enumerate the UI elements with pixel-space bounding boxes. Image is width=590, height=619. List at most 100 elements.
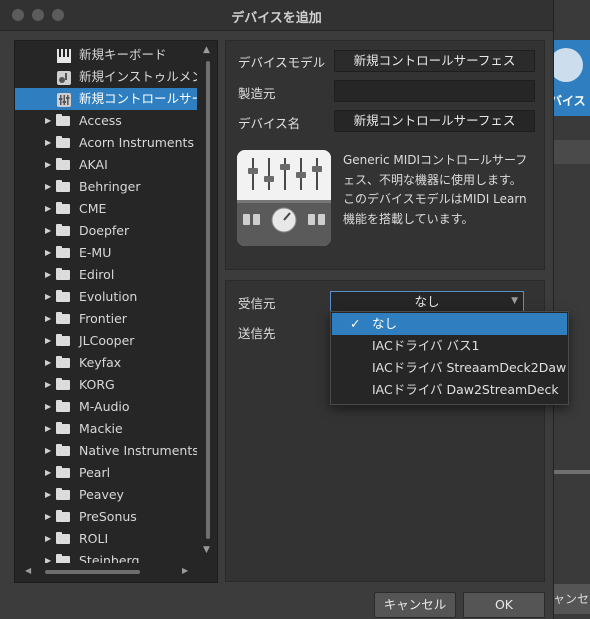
device-name-field[interactable]: 新規コントロールサーフェス <box>334 110 535 132</box>
scroll-down-arrow-icon[interactable]: ▼ <box>203 545 210 555</box>
folder-icon <box>56 202 70 214</box>
folder-icon <box>56 356 70 368</box>
tree-item-label: 新規インストゥルメン <box>79 69 197 84</box>
send-to-label: 送信先 <box>238 326 276 341</box>
tree-item-vendor-folder[interactable]: ▶ M-Audio <box>15 396 197 418</box>
tree-item-label: Edirol <box>79 267 115 282</box>
disclosure-triangle-icon[interactable]: ▶ <box>45 132 51 154</box>
dropdown-option[interactable]: IACドライバ Daw2StreamDeck <box>332 379 567 401</box>
tree-item-vendor-folder[interactable]: ▶ Doepfer <box>15 220 197 242</box>
piano-keys-icon <box>57 48 71 63</box>
dropdown-option-label: IACドライバ Daw2StreamDeck <box>372 382 559 397</box>
background-device-tile: バイス <box>549 40 590 116</box>
tree-item-vendor-folder[interactable]: ▶ Pearl <box>15 462 197 484</box>
disclosure-triangle-icon[interactable]: ▶ <box>45 396 51 418</box>
tree-item-vendor-folder[interactable]: ▶ KORG <box>15 374 197 396</box>
tree-item-label: Steinberg <box>79 553 140 563</box>
tree-item-label: Behringer <box>79 179 141 194</box>
disclosure-triangle-icon[interactable]: ▶ <box>45 330 51 352</box>
folder-icon <box>56 158 70 170</box>
disclosure-triangle-icon[interactable]: ▶ <box>45 374 51 396</box>
tree-item-label: KORG <box>79 377 115 392</box>
vertical-scroll-thumb[interactable] <box>206 61 210 539</box>
disclosure-triangle-icon[interactable]: ▶ <box>45 198 51 220</box>
disclosure-triangle-icon[interactable]: ▶ <box>45 242 51 264</box>
disclosure-triangle-icon[interactable]: ▶ <box>45 440 51 462</box>
folder-icon <box>56 444 70 456</box>
tree-item-vendor-folder[interactable]: ▶ Acorn Instruments <box>15 132 197 154</box>
disclosure-triangle-icon[interactable]: ▶ <box>45 176 51 198</box>
control-surface-icon <box>237 150 331 246</box>
device-model-field[interactable]: 新規コントロールサーフェス <box>334 50 535 72</box>
tree-item-vendor-folder[interactable]: ▶ Behringer <box>15 176 197 198</box>
folder-icon <box>56 532 70 544</box>
tree-item-vendor-folder[interactable]: ▶ CME <box>15 198 197 220</box>
tree-item-vendor-folder[interactable]: ▶ Access <box>15 110 197 132</box>
receive-from-select[interactable]: なし ▼ <box>330 291 524 312</box>
tree-item-vendor-folder[interactable]: ▶ Evolution <box>15 286 197 308</box>
disclosure-triangle-icon[interactable]: ▶ <box>45 154 51 176</box>
disclosure-triangle-icon[interactable]: ▶ <box>45 484 51 506</box>
ok-button[interactable]: OK <box>463 592 545 618</box>
tree-item-vendor-folder[interactable]: ▶ E-MU <box>15 242 197 264</box>
tree-item-label: Keyfax <box>79 355 122 370</box>
disclosure-triangle-icon[interactable]: ▶ <box>45 220 51 242</box>
tree-item-label: Acorn Instruments <box>79 135 194 150</box>
folder-icon <box>56 268 70 280</box>
tree-item-label: Peavey <box>79 487 124 502</box>
cancel-button[interactable]: キャンセル <box>374 592 456 618</box>
scroll-left-arrow-icon[interactable]: ◀ <box>25 566 31 575</box>
manufacturer-field[interactable] <box>334 80 535 102</box>
tree-item-label: ROLI <box>79 531 109 546</box>
scroll-up-arrow-icon[interactable]: ▲ <box>203 45 210 55</box>
tree-item-vendor-folder[interactable]: ▶ Frontier <box>15 308 197 330</box>
window-title: デバイスを追加 <box>231 11 322 26</box>
disclosure-triangle-icon[interactable]: ▶ <box>45 264 51 286</box>
tree-item-label: Native Instruments <box>79 443 197 458</box>
tree-item-template[interactable]: 新規キーボード <box>15 44 197 66</box>
disclosure-triangle-icon[interactable]: ▶ <box>45 506 51 528</box>
disclosure-triangle-icon[interactable]: ▶ <box>45 528 51 550</box>
dropdown-option[interactable]: ✓ なし <box>332 313 567 335</box>
mixer-icon <box>57 92 71 107</box>
disclosure-triangle-icon[interactable]: ▶ <box>45 418 51 440</box>
disclosure-triangle-icon[interactable]: ▶ <box>45 110 51 132</box>
tree-item-vendor-folder[interactable]: ▶ Keyfax <box>15 352 197 374</box>
dropdown-option[interactable]: IACドライバ StreaamDeck2Daw <box>332 357 567 379</box>
tree-item-vendor-folder[interactable]: ▶ PreSonus <box>15 506 197 528</box>
tree-item-label: Evolution <box>79 289 138 304</box>
disclosure-triangle-icon[interactable]: ▶ <box>45 352 51 374</box>
background-scrollbar <box>553 470 590 474</box>
tree-item-vendor-folder[interactable]: ▶ Native Instruments <box>15 440 197 462</box>
folder-icon <box>56 400 70 412</box>
tree-item-template[interactable]: 新規コントロールサー <box>15 88 197 110</box>
folder-icon <box>56 136 70 148</box>
tree-item-vendor-folder[interactable]: ▶ ROLI <box>15 528 197 550</box>
horizontal-scrollbar[interactable]: ◀ ▶ <box>15 563 201 581</box>
device-tree-list: 新規キーボード 新規インストゥルメン 新規コントロールサー ▶ Access ▶ Acorn… <box>15 41 201 563</box>
scroll-right-arrow-icon[interactable]: ▶ <box>182 566 188 575</box>
receive-from-dropdown-menu: ✓ なし IACドライバ バス1 IACドライバ StreaamDeck2Daw IAC… <box>330 311 569 405</box>
tree-item-label: CME <box>79 201 107 216</box>
tree-item-template[interactable]: 新規インストゥルメン <box>15 66 197 88</box>
folder-icon <box>56 312 70 324</box>
disclosure-triangle-icon[interactable]: ▶ <box>45 286 51 308</box>
tree-item-vendor-folder[interactable]: ▶ JLCooper <box>15 330 197 352</box>
horizontal-scroll-thumb[interactable] <box>45 570 140 574</box>
disclosure-triangle-icon[interactable]: ▶ <box>45 550 51 563</box>
disclosure-triangle-icon[interactable]: ▶ <box>45 462 51 484</box>
tree-item-vendor-folder[interactable]: ▶ Mackie <box>15 418 197 440</box>
device-tree: 新規キーボード 新規インストゥルメン 新規コントロールサー ▶ Access ▶ Acorn… <box>14 40 218 583</box>
instrument-icon <box>57 70 71 85</box>
tree-item-vendor-folder[interactable]: ▶ Peavey <box>15 484 197 506</box>
tree-item-vendor-folder[interactable]: ▶ Edirol <box>15 264 197 286</box>
dropdown-option[interactable]: IACドライバ バス1 <box>332 335 567 357</box>
folder-icon <box>56 224 70 236</box>
disclosure-triangle-icon[interactable]: ▶ <box>45 308 51 330</box>
tree-item-label: Mackie <box>79 421 123 436</box>
tree-item-label: Doepfer <box>79 223 130 238</box>
tree-item-vendor-folder[interactable]: ▶ Steinberg <box>15 550 197 563</box>
vertical-scrollbar[interactable]: ▲ ▼ <box>201 41 215 563</box>
tree-item-vendor-folder[interactable]: ▶ AKAI <box>15 154 197 176</box>
folder-icon <box>56 554 70 563</box>
